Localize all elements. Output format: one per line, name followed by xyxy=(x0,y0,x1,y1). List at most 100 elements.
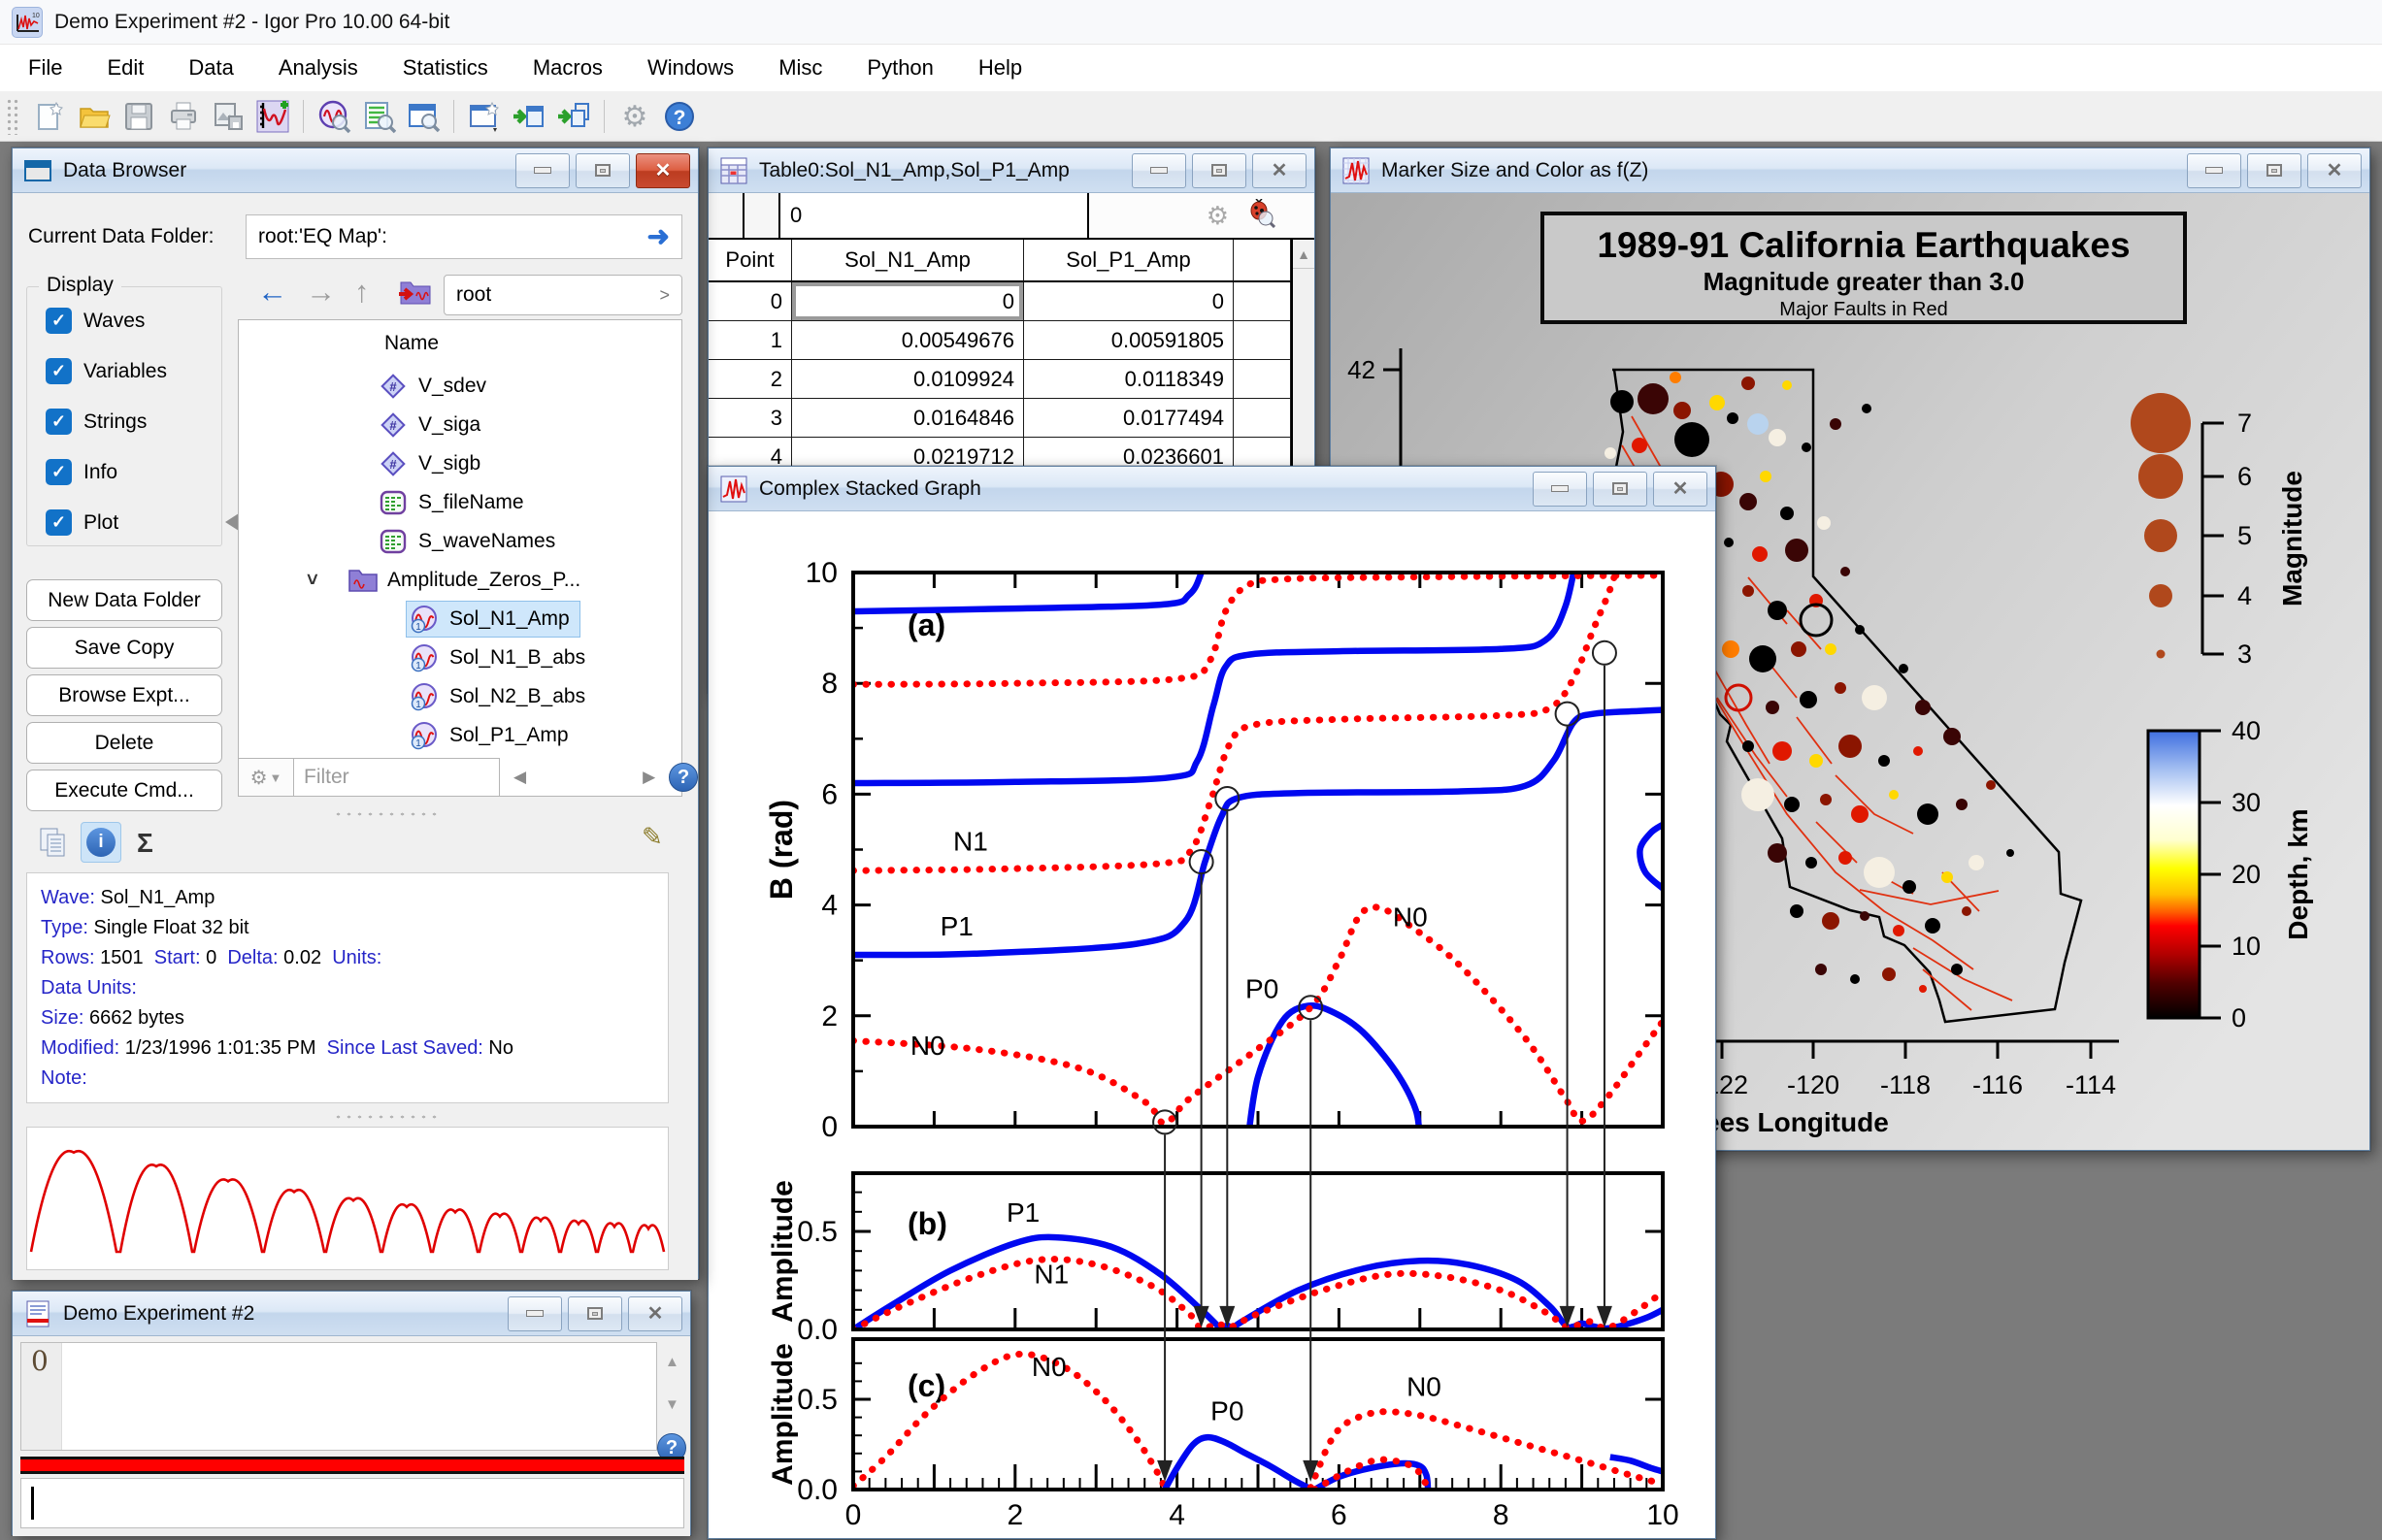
table-cell[interactable]: 3 xyxy=(709,399,792,438)
table-cell[interactable] xyxy=(1234,399,1291,438)
minimize-button[interactable] xyxy=(508,1296,562,1331)
tree-item-row[interactable]: #V_sigb xyxy=(375,445,491,482)
new-data-folder-button[interactable]: New Data Folder xyxy=(26,579,222,621)
table-col-header-blank[interactable] xyxy=(1234,240,1291,282)
collapse-panel-icon[interactable] xyxy=(225,513,239,531)
table-cell[interactable]: 0.0118349 xyxy=(1024,360,1234,399)
tree-item-row[interactable]: #V_sdev xyxy=(375,368,497,405)
save-icon[interactable] xyxy=(116,96,161,137)
new-graph-icon[interactable] xyxy=(250,96,295,137)
minimize-button[interactable] xyxy=(1132,153,1186,188)
tree-item-s_wavenames[interactable]: S_waveNames xyxy=(239,522,681,561)
checkbox-strings[interactable]: ✓Strings xyxy=(46,409,147,435)
resize-grip[interactable] xyxy=(333,1113,440,1121)
history-area[interactable]: 0 xyxy=(20,1342,657,1451)
table-titlebar[interactable]: Table0:Sol_N1_Amp,Sol_P1_Amp ✕ xyxy=(709,148,1314,193)
close-button[interactable]: ✕ xyxy=(1653,472,1707,507)
command-help-icon[interactable] xyxy=(401,96,446,137)
tree-item-v_sigb[interactable]: #V_sigb xyxy=(239,444,681,483)
help-icon[interactable]: ? xyxy=(657,96,702,137)
menu-edit[interactable]: Edit xyxy=(84,55,166,81)
command-line-input[interactable] xyxy=(20,1478,684,1528)
scroll-left-icon[interactable]: ◀ xyxy=(513,768,526,787)
close-button[interactable]: ✕ xyxy=(2307,153,2362,188)
tree-item-v_siga[interactable]: #V_siga xyxy=(239,406,681,444)
filter-input[interactable]: Filter xyxy=(294,758,500,797)
maximize-button[interactable] xyxy=(568,1296,622,1331)
tree-name-header[interactable]: Name xyxy=(384,332,439,355)
scroll-up-icon[interactable]: ▲ xyxy=(665,1354,679,1370)
load-waves-folder-icon[interactable] xyxy=(397,275,434,312)
menu-python[interactable]: Python xyxy=(844,55,956,81)
map-titlebar[interactable]: Marker Size and Color as f(Z) ✕ xyxy=(1331,148,2369,193)
browse-expt--button[interactable]: Browse Expt... xyxy=(26,674,222,716)
stacked-titlebar[interactable]: Complex Stacked Graph ✕ xyxy=(709,467,1715,511)
table-cell[interactable] xyxy=(1234,282,1291,321)
menu-windows[interactable]: Windows xyxy=(625,55,756,81)
open-file-icon[interactable] xyxy=(72,96,116,137)
tree-item-v_sdev[interactable]: #V_sdev xyxy=(239,367,681,406)
table-settings-gear-icon[interactable]: ⚙ xyxy=(1207,201,1229,231)
command-titlebar[interactable]: Demo Experiment #2 ✕ xyxy=(13,1292,690,1336)
data-browser-icon[interactable] xyxy=(312,96,356,137)
table-row-indicator[interactable] xyxy=(709,193,744,238)
edit-note-pencil-icon[interactable]: ✎ xyxy=(642,822,663,852)
tree-item-s_filename[interactable]: S_fileName xyxy=(239,483,681,522)
checkbox-checked-icon[interactable]: ✓ xyxy=(46,308,72,334)
checkbox-checked-icon[interactable]: ✓ xyxy=(46,358,72,384)
menu-macros[interactable]: Macros xyxy=(511,55,625,81)
table-cell[interactable]: 0.00549676 xyxy=(792,321,1024,360)
table-cell[interactable]: 2 xyxy=(709,360,792,399)
table-cell[interactable]: 0 xyxy=(709,282,792,321)
menu-help[interactable]: Help xyxy=(956,55,1044,81)
data-browser-titlebar[interactable]: Data Browser ✕ xyxy=(13,148,698,193)
help-icon[interactable]: ? xyxy=(669,763,698,792)
tree-item-row[interactable]: S_waveNames xyxy=(375,523,566,560)
table-col-header-Sol_N1_Amp[interactable]: Sol_N1_Amp xyxy=(792,240,1024,282)
tree-item-amplitude_zeros_p...[interactable]: ˅ Amplitude_Zeros_P... xyxy=(239,561,681,600)
new-panel-icon[interactable] xyxy=(462,96,507,137)
table-cell[interactable]: 0 xyxy=(1024,282,1234,321)
procedure-browser-icon[interactable] xyxy=(356,96,401,137)
table-cell[interactable]: 0 xyxy=(792,282,1024,321)
tree-item-row[interactable]: S_fileName xyxy=(375,484,535,521)
tree-item-sol_n2_b_abs[interactable]: 1Sol_N2_B_abs xyxy=(239,677,681,716)
scroll-down-icon[interactable]: ▼ xyxy=(665,1396,679,1413)
resize-grip[interactable] xyxy=(333,810,440,818)
dock-window-icon[interactable] xyxy=(507,96,551,137)
maximize-button[interactable] xyxy=(2247,153,2301,188)
close-button[interactable]: ✕ xyxy=(636,153,690,188)
table-cell[interactable] xyxy=(1234,321,1291,360)
tree-expand-chevron-icon[interactable]: ˅ xyxy=(307,570,318,592)
close-button[interactable]: ✕ xyxy=(628,1296,682,1331)
table-col-header-Sol_P1_Amp[interactable]: Sol_P1_Amp xyxy=(1024,240,1234,282)
nav-forward-icon[interactable]: → xyxy=(306,277,336,307)
print-icon[interactable] xyxy=(161,96,206,137)
tree-item-row[interactable]: Amplitude_Zeros_P... xyxy=(344,562,591,599)
stats-sigma-button[interactable]: Σ xyxy=(137,828,153,859)
menu-analysis[interactable]: Analysis xyxy=(256,55,380,81)
close-button[interactable]: ✕ xyxy=(1252,153,1307,188)
toolbar-grip[interactable] xyxy=(6,98,19,135)
menu-data[interactable]: Data xyxy=(166,55,255,81)
nav-back-icon[interactable]: ← xyxy=(257,277,287,307)
save-graphics-icon[interactable] xyxy=(206,96,250,137)
filter-options-gear-icon[interactable]: ⚙▼ xyxy=(238,758,294,797)
execute-cmd--button[interactable]: Execute Cmd... xyxy=(26,770,222,811)
table-cell[interactable]: 1 xyxy=(709,321,792,360)
delete-button[interactable]: Delete xyxy=(26,722,222,764)
current-folder-field[interactable]: root:'EQ Map': ➜ xyxy=(246,214,682,259)
folder-path-dropdown[interactable]: root˃ xyxy=(444,275,682,315)
checkbox-checked-icon[interactable]: ✓ xyxy=(46,409,72,435)
checkbox-checked-icon[interactable]: ✓ xyxy=(46,509,72,536)
tree-item-row[interactable]: 1Sol_N1_Amp xyxy=(406,601,580,638)
table-cell[interactable]: 0.0177494 xyxy=(1024,399,1234,438)
info-toggle-button[interactable]: i xyxy=(81,822,121,863)
maximize-button[interactable] xyxy=(1593,472,1647,507)
table-col-header-Point[interactable]: Point xyxy=(709,240,792,282)
tree-item-sol_p1_amp[interactable]: 1Sol_P1_Amp xyxy=(239,716,681,755)
scroll-right-icon[interactable]: ▶ xyxy=(643,768,655,787)
new-experiment-icon[interactable] xyxy=(27,96,72,137)
copy-info-icon[interactable] xyxy=(38,826,69,864)
nav-up-icon[interactable]: ↑ xyxy=(354,277,370,307)
